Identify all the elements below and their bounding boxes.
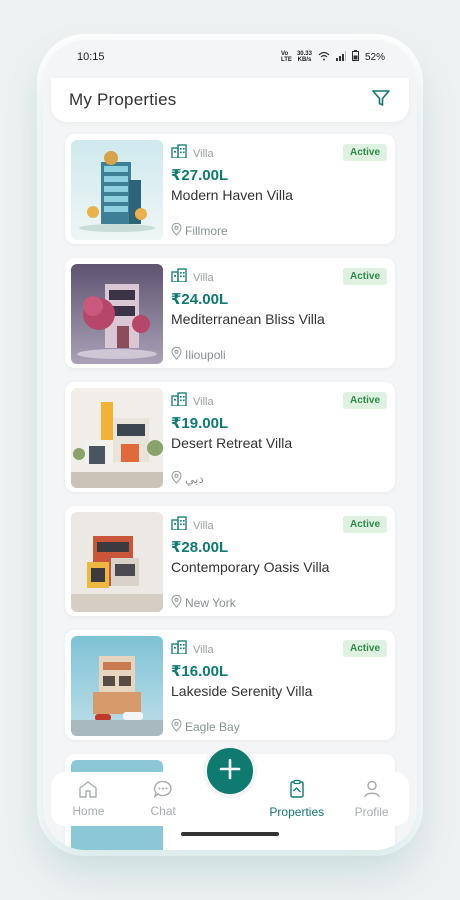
- status-time: 10:15: [77, 51, 105, 63]
- status-badge: Active: [342, 144, 387, 161]
- nav-home[interactable]: Home: [53, 780, 123, 818]
- property-card[interactable]: Villa Active ₹28.00L Contemporary Oasis …: [65, 506, 395, 616]
- building-icon: [171, 392, 187, 411]
- property-type-label: Villa: [193, 643, 214, 656]
- property-type: Villa: [171, 144, 214, 163]
- location-text: Ilioupoli: [185, 348, 226, 362]
- nav-chat-label: Chat: [150, 804, 176, 818]
- add-property-button[interactable]: [203, 744, 257, 798]
- property-price: ₹16.00L: [171, 663, 229, 680]
- building-icon: [171, 516, 187, 535]
- property-type-label: Villa: [193, 147, 214, 160]
- building-icon: [171, 144, 187, 163]
- property-price: ₹27.00L: [171, 167, 229, 184]
- property-image: [71, 264, 163, 364]
- property-type-label: Villa: [193, 395, 214, 408]
- status-badge: Active: [342, 268, 387, 285]
- property-location: New York: [171, 594, 236, 611]
- property-title: Mediterranean Bliss Villa: [171, 311, 325, 327]
- property-location: Ilioupoli: [171, 346, 226, 363]
- property-title: Lakeside Serenity Villa: [171, 683, 313, 699]
- location-pin-icon: [171, 346, 182, 363]
- nav-profile-label: Profile: [354, 805, 389, 819]
- status-badge: Active: [342, 640, 387, 657]
- location-pin-icon: [171, 594, 182, 611]
- location-text: New York: [185, 596, 236, 610]
- property-price: ₹28.00L: [171, 539, 229, 556]
- property-type: Villa: [171, 640, 214, 659]
- location-text: Fillmore: [185, 224, 228, 238]
- nav-profile[interactable]: Profile: [337, 779, 407, 819]
- building-icon: [171, 640, 187, 659]
- property-type: Villa: [171, 392, 214, 411]
- property-location: Fillmore: [171, 222, 228, 239]
- user-icon: [362, 779, 382, 802]
- app-header: My Properties: [51, 78, 409, 122]
- nav-home-label: Home: [72, 804, 105, 818]
- property-card[interactable]: Villa Active ₹19.00L Desert Retreat Vill…: [65, 382, 395, 492]
- home-indicator: [181, 832, 279, 836]
- property-location: Eagle Bay: [171, 718, 240, 735]
- chat-icon: [153, 780, 173, 801]
- net-speed-unit: KB/s: [297, 57, 312, 63]
- location-text: دبي: [185, 472, 204, 486]
- property-price: ₹24.00L: [171, 291, 229, 308]
- page-title: My Properties: [69, 90, 177, 109]
- property-card[interactable]: Villa Active ₹27.00L Modern Haven Villa …: [65, 134, 395, 244]
- status-icons: Vo LTE 30.33 KB/s 52%: [281, 50, 385, 64]
- status-bar: 10:15 Vo LTE 30.33 KB/s 52%: [43, 40, 417, 74]
- phone-frame: 10:15 Vo LTE 30.33 KB/s 52% My Propertie…: [43, 40, 417, 850]
- signal-icon: [335, 50, 346, 64]
- property-title: Modern Haven Villa: [171, 187, 293, 203]
- status-badge: Active: [342, 392, 387, 409]
- property-image: [71, 388, 163, 488]
- property-type-label: Villa: [193, 519, 214, 532]
- property-type: Villa: [171, 516, 214, 535]
- filter-icon[interactable]: [371, 88, 391, 113]
- property-card[interactable]: Villa Active ₹24.00L Mediterranean Bliss…: [65, 258, 395, 368]
- property-card[interactable]: Villa Active ₹16.00L Lakeside Serenity V…: [65, 630, 395, 740]
- location-pin-icon: [171, 470, 182, 487]
- location-text: Eagle Bay: [185, 720, 240, 734]
- property-type-label: Villa: [193, 271, 214, 284]
- nav-chat[interactable]: Chat: [128, 780, 198, 818]
- status-badge: Active: [342, 516, 387, 533]
- property-location: دبي: [171, 470, 204, 487]
- battery-percent: 52%: [364, 51, 385, 63]
- lte-label: Vo LTE: [280, 51, 292, 63]
- home-icon: [78, 780, 98, 801]
- location-pin-icon: [171, 222, 182, 239]
- wifi-icon: [318, 51, 330, 64]
- property-title: Contemporary Oasis Villa: [171, 559, 330, 575]
- property-type: Villa: [171, 268, 214, 287]
- property-title: Desert Retreat Villa: [171, 435, 293, 451]
- building-icon: [171, 268, 187, 287]
- clipboard-icon: [287, 779, 307, 802]
- battery-icon: [351, 50, 359, 64]
- property-image: [71, 512, 163, 612]
- property-image: [71, 140, 163, 240]
- plus-icon: [218, 757, 242, 786]
- nav-properties[interactable]: Properties: [262, 779, 332, 819]
- property-price: ₹19.00L: [171, 415, 229, 432]
- property-image: [71, 636, 163, 736]
- network-speed: 30.33 KB/s: [297, 51, 312, 63]
- nav-properties-label: Properties: [269, 805, 325, 819]
- location-pin-icon: [171, 718, 182, 735]
